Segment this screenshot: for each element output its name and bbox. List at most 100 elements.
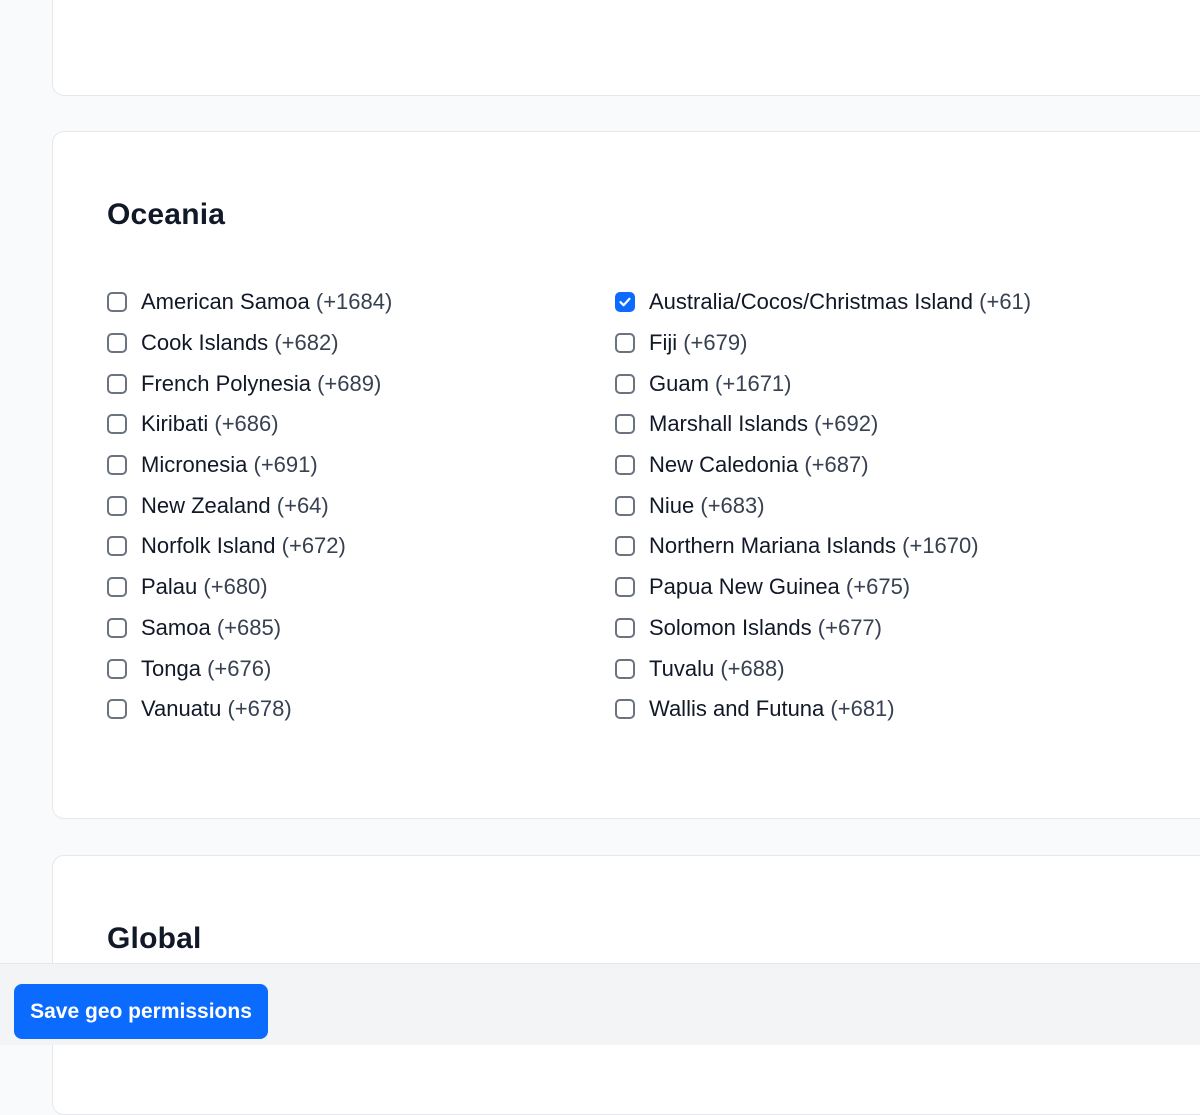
country-label: New Caledonia (+687)	[649, 454, 869, 476]
country-checkbox[interactable]	[107, 333, 127, 354]
country-option-tuvalu[interactable]: Tuvalu (+688)	[615, 648, 1107, 689]
country-option-niue[interactable]: Niue (+683)	[615, 485, 1107, 526]
country-option-marshall-islands[interactable]: Marshall Islands (+692)	[615, 404, 1107, 445]
country-checkbox[interactable]	[107, 658, 127, 679]
country-label: Norfolk Island (+672)	[141, 535, 346, 557]
country-name: American Samoa	[141, 289, 310, 315]
country-checkbox[interactable]	[107, 617, 127, 638]
country-checkbox[interactable]	[107, 577, 127, 598]
country-label: Cook Islands (+682)	[141, 332, 339, 354]
country-label: American Samoa (+1684)	[141, 291, 392, 313]
dial-code: (+64)	[276, 492, 329, 518]
country-label: Northern Mariana Islands (+1670)	[649, 535, 979, 557]
country-label: Vanuatu (+678)	[141, 698, 292, 720]
country-name: Fiji	[649, 330, 678, 356]
oceania-heading: Oceania	[107, 198, 226, 231]
country-checkbox[interactable]	[615, 536, 635, 557]
country-checkbox[interactable]	[107, 699, 127, 720]
dial-code: (+685)	[216, 614, 282, 640]
country-label: Solomon Islands (+677)	[649, 614, 882, 640]
dial-code: (+688)	[720, 655, 785, 681]
dial-code: (+689)	[317, 370, 382, 396]
country-name: Niue	[649, 492, 695, 518]
country-name: Wallis and Futuna	[649, 696, 825, 722]
country-checkbox[interactable]	[615, 333, 635, 354]
country-label: Wallis and Futuna (+681)	[649, 698, 895, 720]
dial-code: (+1670)	[902, 533, 979, 559]
country-option-new-caledonia[interactable]: New Caledonia (+687)	[615, 445, 1107, 486]
dial-code: (+692)	[814, 411, 879, 437]
country-checkbox[interactable]	[615, 373, 635, 394]
country-label: Niue (+683)	[649, 492, 765, 518]
country-option-samoa[interactable]: Samoa (+685)	[107, 608, 615, 649]
country-option-american-samoa[interactable]: American Samoa (+1684)	[107, 282, 615, 323]
country-option-guam[interactable]: Guam (+1671)	[615, 363, 1107, 404]
country-label: Kiribati (+686)	[141, 413, 279, 435]
country-label: Fiji (+679)	[649, 332, 747, 354]
country-option-papua-new-guinea[interactable]: Papua New Guinea (+675)	[615, 567, 1107, 608]
country-option-cook-islands[interactable]: Cook Islands (+682)	[107, 323, 615, 364]
save-geo-permissions-button[interactable]: Save geo permissions	[14, 984, 268, 1039]
dial-code: (+61)	[979, 289, 1032, 315]
country-checkbox[interactable]	[107, 414, 127, 435]
dial-code: (+681)	[830, 696, 895, 722]
oceania-country-list: American Samoa (+1684) Australia/Cocos/Ch…	[107, 282, 1107, 730]
country-checkbox[interactable]	[615, 658, 635, 679]
country-name: Tonga	[141, 655, 201, 681]
dial-code: (+687)	[804, 452, 869, 478]
country-name: New Caledonia	[649, 452, 799, 478]
country-option-northern-mariana-islands[interactable]: Northern Mariana Islands (+1670)	[615, 526, 1107, 567]
country-option-tonga[interactable]: Tonga (+676)	[107, 648, 615, 689]
country-label: New Zealand (+64)	[141, 492, 329, 518]
country-name: Vanuatu	[141, 696, 222, 722]
country-label: Micronesia (+691)	[141, 454, 318, 476]
country-option-fiji[interactable]: Fiji (+679)	[615, 323, 1107, 364]
country-option-norfolk-island[interactable]: Norfolk Island (+672)	[107, 526, 615, 567]
country-option-new-zealand[interactable]: New Zealand (+64)	[107, 485, 615, 526]
dial-code: (+679)	[683, 330, 748, 356]
country-option-wallis-and-futuna[interactable]: Wallis and Futuna (+681)	[615, 689, 1107, 730]
country-checkbox[interactable]	[615, 495, 635, 516]
country-name: Marshall Islands	[649, 411, 808, 437]
country-checkbox[interactable]	[107, 373, 127, 394]
country-label: Australia/Cocos/Christmas Island (+61)	[649, 291, 1031, 313]
country-checkbox[interactable]	[615, 699, 635, 720]
country-name: Samoa	[141, 614, 211, 640]
country-label: Tuvalu (+688)	[649, 655, 785, 681]
country-name: Northern Mariana Islands	[649, 533, 897, 559]
country-option-kiribati[interactable]: Kiribati (+686)	[107, 404, 615, 445]
country-label: Palau (+680)	[141, 576, 268, 598]
country-name: Tuvalu	[649, 655, 715, 681]
oceania-card: Oceania American Samoa (+1684) Australia/…	[52, 131, 1200, 819]
checkmark-icon	[619, 298, 631, 307]
dial-code: (+672)	[281, 533, 346, 559]
country-name: Solomon Islands	[649, 614, 812, 640]
country-option-vanuatu[interactable]: Vanuatu (+678)	[107, 689, 615, 730]
country-checkbox[interactable]	[615, 617, 635, 638]
country-option-palau[interactable]: Palau (+680)	[107, 567, 615, 608]
country-checkbox[interactable]	[615, 455, 635, 476]
dial-code: (+677)	[817, 614, 882, 640]
country-checkbox[interactable]	[615, 414, 635, 435]
country-option-french-polynesia[interactable]: French Polynesia (+689)	[107, 363, 615, 404]
country-checkbox[interactable]	[615, 577, 635, 598]
country-label: Papua New Guinea (+675)	[649, 576, 910, 598]
country-checkbox[interactable]	[107, 455, 127, 476]
dial-code: (+675)	[845, 574, 911, 600]
country-checkbox[interactable]	[107, 495, 127, 516]
country-label: Samoa (+685)	[141, 614, 282, 640]
country-name: Norfolk Island	[141, 533, 276, 559]
country-checkbox[interactable]	[107, 536, 127, 557]
dial-code: (+680)	[203, 574, 268, 600]
country-name: Micronesia	[141, 452, 248, 478]
country-checkbox[interactable]	[615, 292, 635, 313]
country-name: Papua New Guinea	[649, 574, 840, 600]
country-option-micronesia[interactable]: Micronesia (+691)	[107, 445, 615, 486]
country-checkbox[interactable]	[107, 292, 127, 313]
country-option-solomon-islands[interactable]: Solomon Islands (+677)	[615, 608, 1107, 649]
country-option-australia-cocos-christmas-island[interactable]: Australia/Cocos/Christmas Island (+61)	[615, 282, 1107, 323]
dial-code: (+686)	[214, 411, 279, 437]
country-name: New Zealand	[141, 492, 271, 518]
dial-code: (+678)	[227, 696, 292, 722]
country-label: Marshall Islands (+692)	[649, 413, 878, 435]
